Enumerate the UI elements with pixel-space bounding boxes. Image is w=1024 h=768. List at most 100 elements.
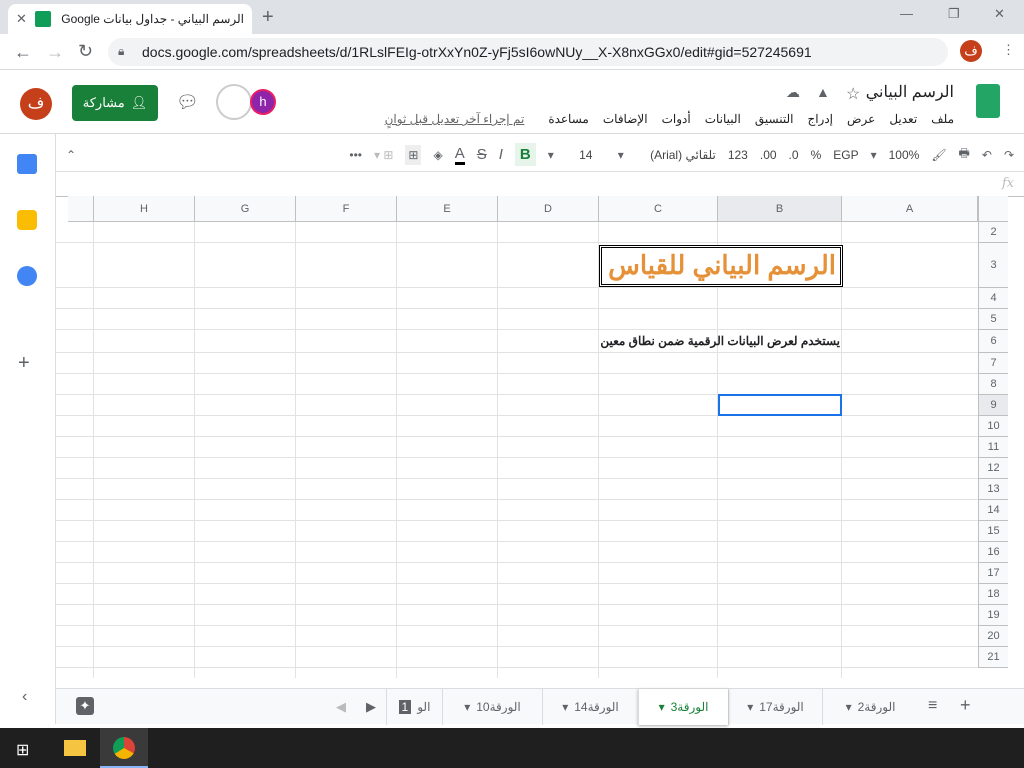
minimize-icon[interactable]: — — [900, 6, 913, 21]
increase-decimal-button[interactable]: .00 — [760, 148, 777, 162]
collapse-panel-icon[interactable]: ‹ — [22, 688, 27, 706]
row-header-4[interactable]: 4 — [978, 288, 1008, 309]
sheet-menu-icon[interactable]: ▾ — [747, 700, 753, 714]
sheet-tab[interactable]: 1 الو — [386, 689, 442, 725]
row-header-15[interactable]: 15 — [978, 521, 1008, 542]
calendar-icon[interactable] — [17, 154, 37, 174]
sheet-tab[interactable]: ▾ الورقة14 — [542, 689, 638, 725]
row-header-19[interactable]: 19 — [978, 605, 1008, 626]
sheet-tab[interactable]: ▾ الورقة2 — [822, 689, 918, 725]
row-header-10[interactable]: 10 — [978, 416, 1008, 437]
row-header-2[interactable]: 2 — [978, 222, 1008, 243]
add-sheet-icon[interactable]: + — [960, 695, 971, 716]
collapse-icon[interactable]: ⌃ — [66, 148, 76, 162]
file-explorer-icon[interactable] — [64, 740, 86, 756]
url-input[interactable]: docs.google.com/spreadsheets/d/1RLslFEIg… — [108, 38, 948, 66]
sheet-tab[interactable]: ▾ الورقة10 — [442, 689, 542, 725]
reload-icon[interactable]: ↻ — [78, 41, 93, 62]
account-avatar[interactable]: ف — [20, 88, 52, 120]
last-edit-link[interactable]: تم إجراء آخر تعديل قبل ثوانٍ — [385, 112, 525, 126]
new-tab-icon[interactable]: + — [262, 6, 274, 29]
column-header-D[interactable]: D — [498, 196, 599, 222]
sheets-logo[interactable] — [976, 84, 1000, 118]
row-header-21[interactable]: 21 — [978, 647, 1008, 668]
menu-tools[interactable]: أدوات — [662, 112, 691, 126]
column-header-B[interactable]: B — [718, 196, 842, 222]
row-header-6[interactable]: 6 — [978, 330, 1008, 353]
undo-icon[interactable]: ↶ — [982, 148, 992, 162]
row-header-17[interactable]: 17 — [978, 563, 1008, 584]
forward-icon[interactable]: → — [46, 42, 64, 63]
doc-title[interactable]: الرسم البياني — [848, 82, 954, 102]
restore-icon[interactable]: ❐ — [948, 6, 960, 22]
sheet-menu-icon[interactable]: ▾ — [659, 700, 665, 714]
row-header-9[interactable]: 9 — [978, 395, 1008, 416]
more-icon[interactable]: ⋮ — [1002, 42, 1015, 58]
row-header-12[interactable]: 12 — [978, 458, 1008, 479]
column-header-E[interactable]: E — [397, 196, 498, 222]
selected-cell[interactable] — [718, 394, 842, 416]
close-tab-icon[interactable]: ✕ — [16, 11, 27, 27]
decrease-decimal-button[interactable]: .0 — [789, 148, 799, 162]
all-sheets-icon[interactable]: ≡ — [928, 697, 937, 715]
row-header-8[interactable]: 8 — [978, 374, 1008, 395]
menu-edit[interactable]: تعديل — [889, 112, 917, 126]
paint-format-icon[interactable]: 🖌︎ — [931, 148, 946, 162]
keep-icon[interactable] — [17, 210, 37, 230]
windows-start-icon[interactable]: ⊞ — [16, 740, 29, 760]
more-formats-button[interactable]: 123 — [728, 148, 748, 162]
scroll-right-icon[interactable]: ▶ — [366, 699, 376, 715]
collaborator-avatar[interactable]: h — [250, 89, 276, 115]
currency-button[interactable]: EGP — [833, 148, 858, 162]
column-header-H[interactable]: H — [94, 196, 195, 222]
strikethrough-button[interactable]: S — [477, 146, 487, 163]
percent-button[interactable]: % — [811, 148, 822, 162]
formula-bar[interactable]: fx — [56, 173, 1024, 197]
bold-button[interactable]: B — [514, 143, 536, 166]
back-icon[interactable]: ← — [14, 42, 32, 63]
row-header-11[interactable]: 11 — [978, 437, 1008, 458]
column-header-G[interactable]: G — [195, 196, 296, 222]
redo-icon[interactable]: ↷ — [1004, 148, 1014, 162]
profile-avatar[interactable]: ف — [960, 40, 982, 62]
title-cell[interactable]: الرسم البياني للقياس — [599, 245, 843, 287]
column-header-A[interactable]: A — [842, 196, 978, 222]
menu-help[interactable]: مساعدة — [548, 112, 589, 126]
fill-color-icon[interactable]: ◈ — [433, 148, 442, 162]
cloud-status-icon[interactable]: ☁ — [786, 84, 800, 101]
row-header-20[interactable]: 20 — [978, 626, 1008, 647]
text-color-button[interactable]: A — [454, 145, 465, 165]
scroll-left-icon[interactable]: ◀ — [336, 699, 346, 715]
menu-data[interactable]: البيانات — [705, 112, 741, 126]
present-icon[interactable] — [216, 84, 252, 120]
add-addon-icon[interactable]: + — [18, 352, 30, 375]
merge-icon[interactable]: ▾ ⊞ — [374, 148, 393, 162]
close-window-icon[interactable]: ✕ — [994, 6, 1005, 22]
menu-format[interactable]: التنسيق — [755, 112, 794, 126]
chrome-taskbar-button[interactable] — [100, 728, 148, 768]
share-button[interactable]: 👤︎ مشاركة — [72, 85, 158, 121]
explore-icon[interactable]: ✦ — [76, 697, 94, 715]
font-size-input[interactable]: 14 — [566, 148, 606, 162]
font-dropdown-icon[interactable]: ▾ — [618, 148, 624, 162]
star-icon[interactable]: ☆ — [846, 84, 860, 104]
menu-addons[interactable]: الإضافات — [603, 112, 648, 126]
row-header-14[interactable]: 14 — [978, 500, 1008, 521]
browser-tab[interactable]: ✕ الرسم البياني - جداول بيانات Google — [8, 4, 252, 34]
row-header-7[interactable]: 7 — [978, 353, 1008, 374]
borders-icon[interactable]: ⊞ — [405, 144, 422, 165]
row-header-18[interactable]: 18 — [978, 584, 1008, 605]
print-icon[interactable]: 🖶 — [959, 144, 970, 165]
tasks-icon[interactable] — [17, 266, 37, 286]
sheet-menu-icon[interactable]: ▾ — [464, 700, 470, 714]
row-header-16[interactable]: 16 — [978, 542, 1008, 563]
comments-icon[interactable]: 💬︎ — [176, 92, 199, 113]
subtitle-cell[interactable]: يستخدم لعرض البيانات الرقمية ضمن نطاق مع… — [600, 334, 840, 348]
row-header-13[interactable]: 13 — [978, 479, 1008, 500]
column-header-C[interactable]: C — [599, 196, 718, 222]
menu-insert[interactable]: إدراج — [807, 112, 833, 126]
move-to-drive-icon[interactable]: ▲ — [816, 84, 830, 100]
zoom-dropdown-icon[interactable]: ▾ — [871, 148, 877, 162]
font-size-dropdown-icon[interactable]: ▾ — [548, 148, 554, 162]
row-header-5[interactable]: 5 — [978, 309, 1008, 330]
